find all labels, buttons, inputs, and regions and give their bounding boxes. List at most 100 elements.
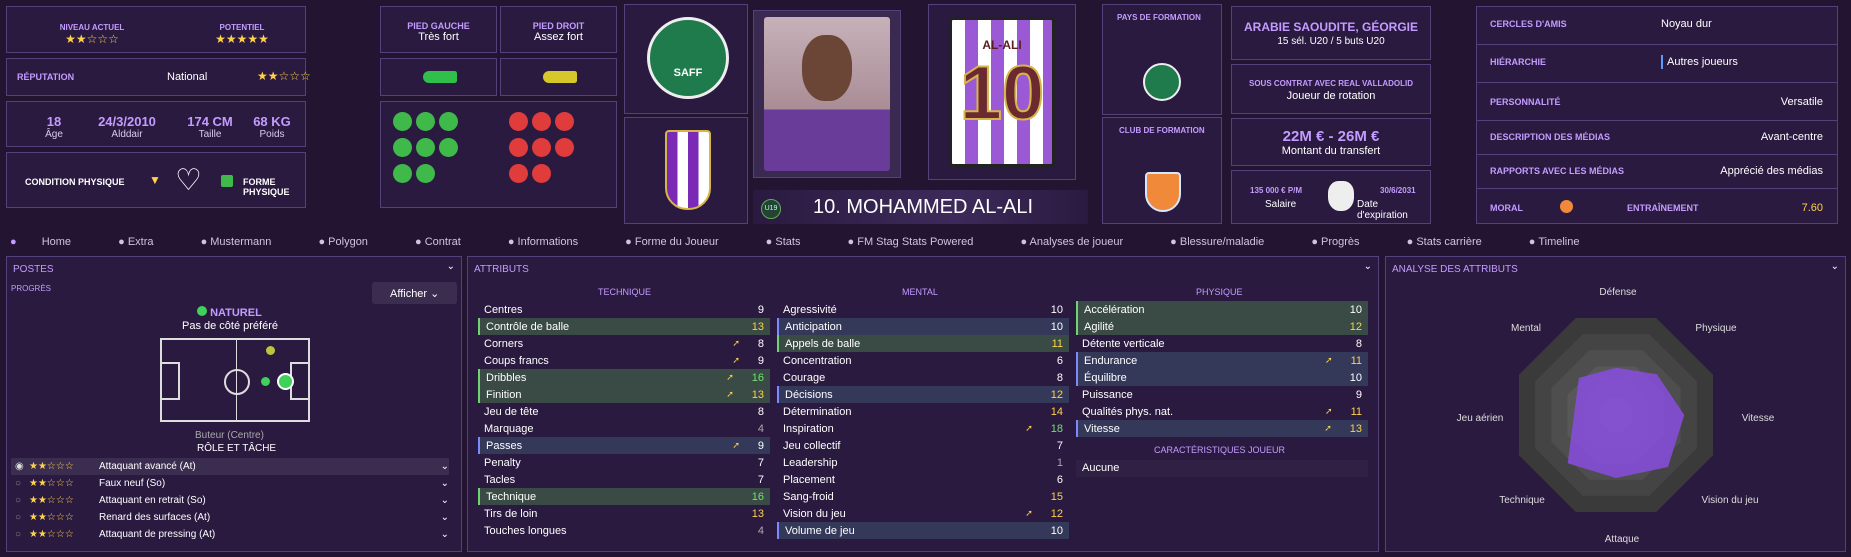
morale-row: MORAL ENTRAÎNEMENT 7.60 xyxy=(1477,191,1837,223)
role-name-label: Attaquant en retrait (So) xyxy=(99,495,206,506)
position-dot-natural xyxy=(279,375,292,388)
attribute-name: Marquage xyxy=(484,422,534,435)
attribute-row[interactable]: Tacles 7 xyxy=(478,471,770,488)
role-row[interactable]: ○ ★★☆☆☆ Renard des surfaces (At) ⌄ xyxy=(11,509,449,526)
reputation-label: RÉPUTATION xyxy=(17,72,75,82)
chevron-down-icon[interactable]: ⌄ xyxy=(447,261,455,272)
attribute-row[interactable]: Agressivité 10 xyxy=(777,301,1069,318)
tab-career-stats[interactable]: ● Stats carrière xyxy=(1407,236,1504,248)
tab-polygon[interactable]: ● Polygon xyxy=(318,236,389,248)
transfer-value-label: Montant du transfert xyxy=(1281,145,1381,157)
tab-mustermann[interactable]: ● Mustermann xyxy=(201,236,294,248)
radar-axis-label: Technique xyxy=(1499,495,1545,506)
attribute-row[interactable]: Jeu collectif 7 xyxy=(777,437,1069,454)
attribute-row[interactable]: Penalty 7 xyxy=(478,454,770,471)
attribute-row[interactable]: Touches longues 4 xyxy=(478,522,770,539)
attribute-name: Contrôle de balle xyxy=(486,320,570,333)
condition-label: CONDITION PHYSIQUE xyxy=(25,177,125,187)
attribute-row[interactable]: Centres 9 xyxy=(478,301,770,318)
friends-row: CERCLES D'AMIS Noyau dur xyxy=(1477,7,1837,45)
attribute-name: Courage xyxy=(783,371,826,384)
attribute-row[interactable]: Agilité 12 xyxy=(1076,318,1368,335)
attribute-row[interactable]: Technique 16 xyxy=(478,488,770,505)
tab-timeline[interactable]: ● Timeline xyxy=(1529,236,1602,248)
tab-polygon-label: Polygon xyxy=(328,236,368,248)
physique-title: PHYSIQUE xyxy=(1196,287,1243,297)
attribute-row[interactable]: Contrôle de balle 13 xyxy=(478,318,770,335)
reputation-value: National xyxy=(167,71,208,83)
traits-title: CARACTÉRISTIQUES JOUEUR xyxy=(1154,445,1286,455)
tab-player-analysis[interactable]: ● Analyses de joueur xyxy=(1020,236,1145,248)
attribute-value: 10 xyxy=(1050,524,1063,537)
attribute-value: 7 xyxy=(757,456,764,469)
personality-value: Versatile xyxy=(1780,96,1823,108)
heart-icon: ♡ xyxy=(175,164,202,197)
role-row[interactable]: ◉ ★★☆☆☆ Attaquant avancé (At) ⌄ xyxy=(11,458,449,475)
attribute-row[interactable]: Anticipation 10 xyxy=(777,318,1069,335)
tab-contract-label: Contrat xyxy=(424,236,461,248)
attribute-row[interactable]: Coups francs ➚ 9 xyxy=(478,352,770,369)
attribute-row[interactable]: Dribbles ➚ 16 xyxy=(478,369,770,386)
attribute-row[interactable]: Passes ➚ 9 xyxy=(478,437,770,454)
attribute-row[interactable]: Courage 8 xyxy=(777,369,1069,386)
tab-home[interactable]: ● Home xyxy=(10,236,93,248)
role-row[interactable]: ○ ★★☆☆☆ Faux neuf (So) ⌄ xyxy=(11,475,449,492)
attribute-row[interactable]: Finition ➚ 13 xyxy=(478,386,770,403)
attribute-row[interactable]: Leadership 1 xyxy=(777,454,1069,471)
attribute-row[interactable]: Volume de jeu 10 xyxy=(777,522,1069,539)
attribute-row[interactable]: Appels de balle 11 xyxy=(777,335,1069,352)
shirt-number: 10 xyxy=(959,50,1046,137)
attribute-row[interactable]: Puissance 9 xyxy=(1076,386,1368,403)
attribute-name: Touches longues xyxy=(484,524,567,537)
tab-extra[interactable]: ● Extra xyxy=(118,236,175,248)
trait-icon xyxy=(416,138,435,157)
show-button[interactable]: Afficher ⌄ xyxy=(372,282,457,304)
tab-form[interactable]: ● Forme du Joueur xyxy=(625,236,740,248)
attribute-row[interactable]: Vision du jeu ➚ 12 xyxy=(777,505,1069,522)
potential-label: POTENTIEL xyxy=(219,23,265,32)
attribute-row[interactable]: Jeu de tête 8 xyxy=(478,403,770,420)
tab-injury[interactable]: ● Blessure/maladie xyxy=(1170,236,1286,248)
attribute-row[interactable]: Décisions 12 xyxy=(777,386,1069,403)
tab-progress[interactable]: ● Progrès xyxy=(1311,236,1381,248)
attribute-value: 8 xyxy=(1056,371,1063,384)
trait-icon xyxy=(393,112,412,131)
attribute-row[interactable]: Tirs de loin 13 xyxy=(478,505,770,522)
attribute-row[interactable]: Inspiration ➚ 18 xyxy=(777,420,1069,437)
attribute-row[interactable]: Sang-froid 15 xyxy=(777,488,1069,505)
attribute-row[interactable]: Placement 6 xyxy=(777,471,1069,488)
attribute-row[interactable]: Concentration 6 xyxy=(777,352,1069,369)
role-row[interactable]: ○ ★★☆☆☆ Attaquant de pressing (At) ⌄ xyxy=(11,526,449,543)
chevron-down-icon: ⌄ xyxy=(440,512,449,523)
tab-stats[interactable]: ● Stats xyxy=(766,236,823,248)
nation-badge-panel: SAFF xyxy=(624,4,748,114)
attribute-row[interactable]: Qualités phys. nat. ➚ 11 xyxy=(1076,403,1368,420)
attribute-row[interactable]: Accélération 10 xyxy=(1076,301,1368,318)
wage-panel: 135 000 € P/M Salaire 30/6/2031 Date d'e… xyxy=(1231,170,1431,224)
attribute-row[interactable]: Endurance ➚ 11 xyxy=(1076,352,1368,369)
attribute-value: 13 xyxy=(1349,422,1362,435)
saff-logo: SAFF xyxy=(647,17,729,99)
attribute-row[interactable]: Vitesse ➚ 13 xyxy=(1076,420,1368,437)
chevron-down-icon[interactable]: ⌄ xyxy=(1364,261,1372,272)
radar-chart xyxy=(1519,318,1713,512)
attribute-row[interactable]: Marquage 4 xyxy=(478,420,770,437)
weight-label: Poids xyxy=(259,129,285,140)
attribute-name: Dribbles xyxy=(486,371,527,384)
role-row[interactable]: ○ ★★☆☆☆ Attaquant en retrait (So) ⌄ xyxy=(11,492,449,509)
attribute-name: Endurance xyxy=(1084,354,1138,367)
tab-fm-stag[interactable]: ● FM Stag Stats Powered xyxy=(848,236,996,248)
attribute-row[interactable]: Corners ➚ 8 xyxy=(478,335,770,352)
nationality-panel: ARABIE SAOUDITE, GÉORGIE 15 sél. U20 / 5… xyxy=(1231,6,1431,60)
attribute-row[interactable]: Détermination 14 xyxy=(777,403,1069,420)
hierarchy-value: Autres joueurs xyxy=(1667,56,1738,68)
attribute-row[interactable]: Équilibre 10 xyxy=(1076,369,1368,386)
height-value: 174 CM xyxy=(187,114,233,129)
attribute-row[interactable]: Détente verticale 8 xyxy=(1076,335,1368,352)
attributes-panel: ATTRIBUTS ⌄ TECHNIQUE MENTAL PHYSIQUE Ce… xyxy=(467,256,1379,552)
attributes-title: ATTRIBUTS xyxy=(474,264,529,275)
tab-information[interactable]: ● Informations xyxy=(508,236,600,248)
trait-icon xyxy=(439,138,458,157)
tab-contract[interactable]: ● Contrat xyxy=(415,236,483,248)
progress-link[interactable]: PROGRÈS xyxy=(11,284,51,293)
